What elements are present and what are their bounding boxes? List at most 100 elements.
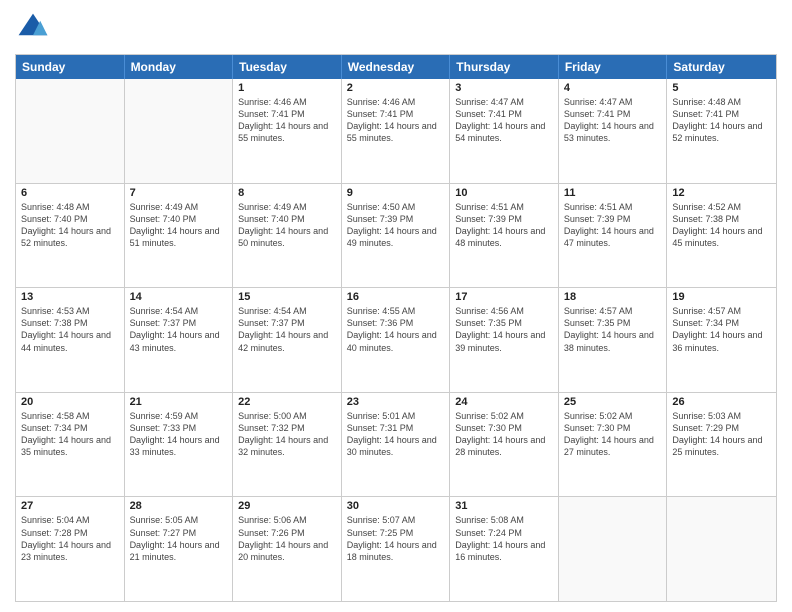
day-number: 2 (347, 82, 445, 94)
calendar-cell: 30 Sunrise: 5:07 AM Sunset: 7:25 PM Dayli… (342, 497, 451, 601)
cell-detail: Sunrise: 5:04 AM Sunset: 7:28 PM Dayligh… (21, 514, 119, 563)
calendar-cell: 1Sunrise: 4:46 AM Sunset: 7:41 PM Daylig… (233, 79, 342, 183)
calendar-header: SundayMondayTuesdayWednesdayThursdayFrid… (16, 55, 776, 79)
header-day-friday: Friday (559, 55, 668, 79)
day-number: 20 (21, 396, 119, 408)
day-number: 24 (455, 396, 553, 408)
day-number: 11 (564, 187, 662, 199)
calendar-cell: 23 Sunrise: 5:01 AM Sunset: 7:31 PM Dayli… (342, 393, 451, 497)
day-number: 4 (564, 82, 662, 94)
cell-detail: Sunrise: 5:07 AM Sunset: 7:25 PM Dayligh… (347, 514, 445, 563)
day-number: 29 (238, 500, 336, 512)
calendar-cell (16, 79, 125, 183)
cell-detail: Sunrise: 4:54 AM Sunset: 7:37 PM Dayligh… (130, 305, 228, 354)
cell-detail: Sunrise: 4:47 AM Sunset: 7:41 PM Dayligh… (455, 96, 553, 145)
cell-detail: Sunrise: 5:05 AM Sunset: 7:27 PM Dayligh… (130, 514, 228, 563)
calendar-cell: 13Sunrise: 4:53 AM Sunset: 7:38 PM Dayli… (16, 288, 125, 392)
day-number: 27 (21, 500, 119, 512)
calendar-cell: 29 Sunrise: 5:06 AM Sunset: 7:26 PM Dayli… (233, 497, 342, 601)
day-number: 6 (21, 187, 119, 199)
cell-detail: Sunrise: 4:51 AM Sunset: 7:39 PM Dayligh… (455, 201, 553, 250)
cell-detail: Sunrise: 4:54 AM Sunset: 7:37 PM Dayligh… (238, 305, 336, 354)
cell-detail: Sunrise: 4:47 AM Sunset: 7:41 PM Dayligh… (564, 96, 662, 145)
calendar-row-0: 1Sunrise: 4:46 AM Sunset: 7:41 PM Daylig… (16, 79, 776, 183)
calendar-cell: 22 Sunrise: 5:00 AM Sunset: 7:32 PM Dayli… (233, 393, 342, 497)
cell-detail: Sunrise: 4:46 AM Sunset: 7:41 PM Dayligh… (238, 96, 336, 145)
day-number: 19 (672, 291, 771, 303)
cell-detail: Sunrise: 4:57 AM Sunset: 7:35 PM Dayligh… (564, 305, 662, 354)
header-day-monday: Monday (125, 55, 234, 79)
cell-detail: Sunrise: 4:51 AM Sunset: 7:39 PM Dayligh… (564, 201, 662, 250)
calendar-cell: 2Sunrise: 4:46 AM Sunset: 7:41 PM Daylig… (342, 79, 451, 183)
calendar-row-1: 6 Sunrise: 4:48 AM Sunset: 7:40 PM Daylig… (16, 183, 776, 288)
calendar-cell: 9 Sunrise: 4:50 AM Sunset: 7:39 PM Daylig… (342, 184, 451, 288)
calendar-cell: 26Sunrise: 5:03 AM Sunset: 7:29 PM Dayli… (667, 393, 776, 497)
calendar-cell: 8Sunrise: 4:49 AM Sunset: 7:40 PM Daylig… (233, 184, 342, 288)
calendar-cell: 4 Sunrise: 4:47 AM Sunset: 7:41 PM Daylig… (559, 79, 668, 183)
calendar-cell: 19Sunrise: 4:57 AM Sunset: 7:34 PM Dayli… (667, 288, 776, 392)
day-number: 17 (455, 291, 553, 303)
day-number: 9 (347, 187, 445, 199)
calendar-cell: 14 Sunrise: 4:54 AM Sunset: 7:37 PM Dayli… (125, 288, 234, 392)
header (15, 10, 777, 46)
day-number: 26 (672, 396, 771, 408)
cell-detail: Sunrise: 4:55 AM Sunset: 7:36 PM Dayligh… (347, 305, 445, 354)
cell-detail: Sunrise: 4:48 AM Sunset: 7:41 PM Dayligh… (672, 96, 771, 145)
calendar-cell: 10 Sunrise: 4:51 AM Sunset: 7:39 PM Dayli… (450, 184, 559, 288)
cell-detail: Sunrise: 5:08 AM Sunset: 7:24 PM Dayligh… (455, 514, 553, 563)
calendar-cell: 17 Sunrise: 4:56 AM Sunset: 7:35 PM Dayli… (450, 288, 559, 392)
calendar-cell: 6 Sunrise: 4:48 AM Sunset: 7:40 PM Daylig… (16, 184, 125, 288)
header-day-saturday: Saturday (667, 55, 776, 79)
cell-detail: Sunrise: 4:48 AM Sunset: 7:40 PM Dayligh… (21, 201, 119, 250)
cell-detail: Sunrise: 4:59 AM Sunset: 7:33 PM Dayligh… (130, 410, 228, 459)
cell-detail: Sunrise: 4:49 AM Sunset: 7:40 PM Dayligh… (238, 201, 336, 250)
calendar-body: 1Sunrise: 4:46 AM Sunset: 7:41 PM Daylig… (16, 79, 776, 601)
day-number: 13 (21, 291, 119, 303)
cell-detail: Sunrise: 5:06 AM Sunset: 7:26 PM Dayligh… (238, 514, 336, 563)
cell-detail: Sunrise: 4:49 AM Sunset: 7:40 PM Dayligh… (130, 201, 228, 250)
page: SundayMondayTuesdayWednesdayThursdayFrid… (0, 0, 792, 612)
day-number: 5 (672, 82, 771, 94)
cell-detail: Sunrise: 4:50 AM Sunset: 7:39 PM Dayligh… (347, 201, 445, 250)
calendar-cell (559, 497, 668, 601)
day-number: 30 (347, 500, 445, 512)
calendar-cell: 15 Sunrise: 4:54 AM Sunset: 7:37 PM Dayli… (233, 288, 342, 392)
day-number: 21 (130, 396, 228, 408)
day-number: 12 (672, 187, 771, 199)
calendar-cell: 5 Sunrise: 4:48 AM Sunset: 7:41 PM Daylig… (667, 79, 776, 183)
day-number: 14 (130, 291, 228, 303)
cell-detail: Sunrise: 4:52 AM Sunset: 7:38 PM Dayligh… (672, 201, 771, 250)
calendar-cell: 31Sunrise: 5:08 AM Sunset: 7:24 PM Dayli… (450, 497, 559, 601)
calendar-row-2: 13Sunrise: 4:53 AM Sunset: 7:38 PM Dayli… (16, 287, 776, 392)
day-number: 18 (564, 291, 662, 303)
cell-detail: Sunrise: 5:00 AM Sunset: 7:32 PM Dayligh… (238, 410, 336, 459)
day-number: 25 (564, 396, 662, 408)
header-day-sunday: Sunday (16, 55, 125, 79)
day-number: 23 (347, 396, 445, 408)
day-number: 28 (130, 500, 228, 512)
day-number: 16 (347, 291, 445, 303)
calendar-cell: 25 Sunrise: 5:02 AM Sunset: 7:30 PM Dayli… (559, 393, 668, 497)
day-number: 10 (455, 187, 553, 199)
day-number: 15 (238, 291, 336, 303)
calendar: SundayMondayTuesdayWednesdayThursdayFrid… (15, 54, 777, 602)
header-day-wednesday: Wednesday (342, 55, 451, 79)
day-number: 3 (455, 82, 553, 94)
calendar-cell: 20Sunrise: 4:58 AM Sunset: 7:34 PM Dayli… (16, 393, 125, 497)
calendar-cell: 11 Sunrise: 4:51 AM Sunset: 7:39 PM Dayli… (559, 184, 668, 288)
cell-detail: Sunrise: 5:02 AM Sunset: 7:30 PM Dayligh… (564, 410, 662, 459)
header-day-tuesday: Tuesday (233, 55, 342, 79)
cell-detail: Sunrise: 4:56 AM Sunset: 7:35 PM Dayligh… (455, 305, 553, 354)
calendar-cell: 12 Sunrise: 4:52 AM Sunset: 7:38 PM Dayli… (667, 184, 776, 288)
calendar-cell (667, 497, 776, 601)
calendar-cell: 16 Sunrise: 4:55 AM Sunset: 7:36 PM Dayli… (342, 288, 451, 392)
cell-detail: Sunrise: 5:01 AM Sunset: 7:31 PM Dayligh… (347, 410, 445, 459)
calendar-cell: 18 Sunrise: 4:57 AM Sunset: 7:35 PM Dayli… (559, 288, 668, 392)
calendar-cell: 21 Sunrise: 4:59 AM Sunset: 7:33 PM Dayli… (125, 393, 234, 497)
calendar-cell: 7Sunrise: 4:49 AM Sunset: 7:40 PM Daylig… (125, 184, 234, 288)
header-day-thursday: Thursday (450, 55, 559, 79)
calendar-row-3: 20Sunrise: 4:58 AM Sunset: 7:34 PM Dayli… (16, 392, 776, 497)
cell-detail: Sunrise: 5:02 AM Sunset: 7:30 PM Dayligh… (455, 410, 553, 459)
day-number: 22 (238, 396, 336, 408)
calendar-cell: 27 Sunrise: 5:04 AM Sunset: 7:28 PM Dayli… (16, 497, 125, 601)
